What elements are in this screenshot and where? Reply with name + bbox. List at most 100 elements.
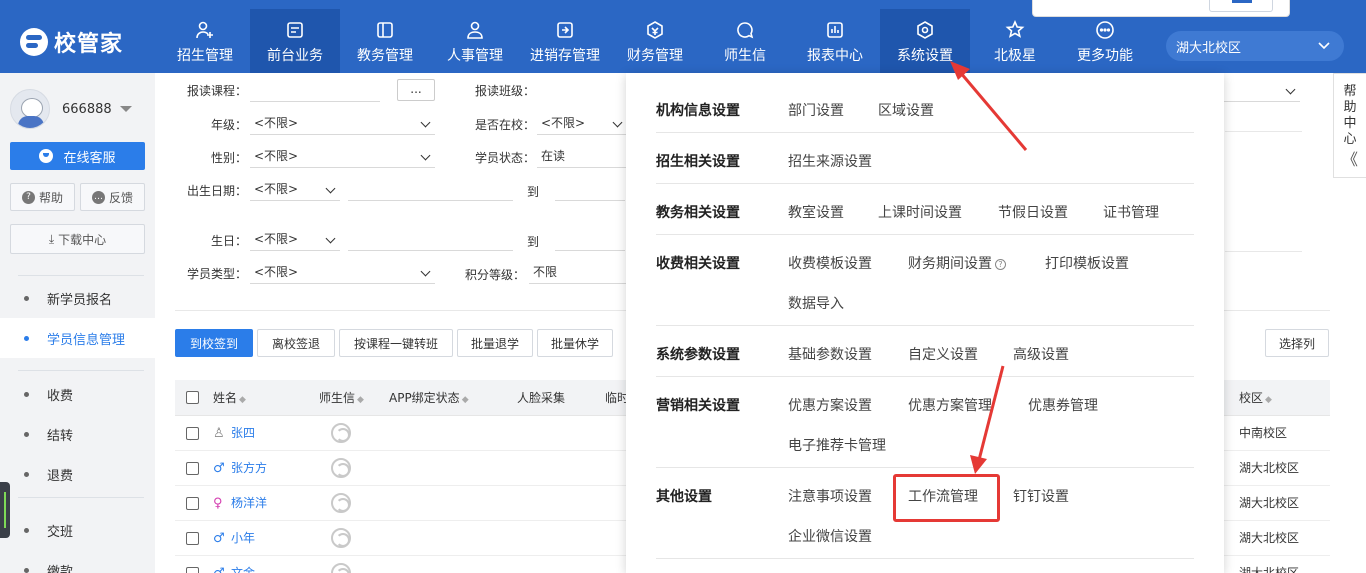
link-data-import[interactable]: 数据导入 [788,293,844,313]
section-title: 其他设置 [656,489,712,505]
link-classroom[interactable]: 教室设置 [788,202,844,222]
select-all-checkbox[interactable] [186,391,199,404]
course-input[interactable] [250,78,380,102]
row-checkbox[interactable] [186,567,199,573]
sidebar-item-new-enrollment[interactable]: 新学员报名 [0,278,155,318]
divider [18,370,144,371]
col-app-status[interactable]: APP绑定状态 ◆ [389,380,469,416]
link-advanced-settings[interactable]: 高级设置 [1013,344,1069,364]
nav-item-messages[interactable]: 师生信 [700,9,790,73]
link-custom-settings[interactable]: 自定义设置 [908,344,978,364]
status-select[interactable]: 在读 [537,144,627,168]
link-certificate[interactable]: 证书管理 [1103,202,1159,222]
collapse-icon[interactable]: 《 [1342,152,1358,168]
nav-item-academic[interactable]: 教务管理 [340,9,430,73]
link-coupon-manage[interactable]: 优惠券管理 [1028,395,1098,415]
brand-logo[interactable]: 校管家 [20,26,123,58]
sidebar-item-refund[interactable]: 退费 [0,454,155,494]
birthdate-select[interactable]: <不限> [250,177,340,201]
sidebar-item-label: 结转 [47,428,74,444]
to-label: 到 [527,235,540,249]
link-holiday[interactable]: 节假日设置 [998,202,1068,222]
link-fiscal-period[interactable]: 财务期间设置? [908,253,1006,273]
row-checkbox[interactable] [186,532,199,545]
gender-select[interactable]: <不限> [250,144,435,168]
link-basic-params[interactable]: 基础参数设置 [788,344,872,364]
chevron-down-icon [1318,42,1330,50]
course-picker-button[interactable]: ... [397,79,435,101]
nav-item-front-desk[interactable]: 前台业务 [250,9,340,73]
transfer-class-button[interactable]: 按课程一键转班 [339,329,453,357]
link-enroll-source[interactable]: 招生来源设置 [788,151,872,171]
nav-item-finance[interactable]: 财务管理 [610,9,700,73]
nav-item-polaris[interactable]: 北极星 [970,9,1060,73]
col-campus[interactable]: 校区 ◆ [1239,380,1272,416]
link-class-time[interactable]: 上课时间设置 [878,202,962,222]
student-name[interactable]: ♂ 小年 [213,521,255,556]
help-center-tab[interactable]: 帮 助 中 心 《 [1333,73,1366,178]
sidebar-drag-handle[interactable] [0,482,10,538]
popup-button[interactable] [1209,0,1273,12]
at-school-select[interactable]: <不限> [537,111,627,135]
nav-item-inventory[interactable]: 进销存管理 [520,9,610,73]
person-icon [464,19,486,41]
student-name[interactable]: ♀ 杨洋洋 [213,486,267,521]
menu-section-system-params: 系统参数设置 基础参数设置 自定义设置 高级设置 [656,326,1194,377]
link-print-template[interactable]: 打印模板设置 [1045,253,1129,273]
birthday-select[interactable]: <不限> [250,227,340,251]
row-checkbox[interactable] [186,462,199,475]
online-service-label: 在线客服 [63,150,116,166]
row-checkbox[interactable] [186,427,199,440]
sidebar-item-handover[interactable]: 交班 [0,510,155,550]
nav-item-hr[interactable]: 人事管理 [430,9,520,73]
sidebar-item-student-info[interactable]: 学员信息管理 [0,318,155,358]
campus-selector[interactable]: 湖大北校区 [1166,31,1344,61]
feedback-button[interactable]: … 反馈 [80,183,145,211]
batch-withdraw-button[interactable]: 批量退学 [457,329,533,357]
link-department[interactable]: 部门设置 [788,100,844,120]
link-region[interactable]: 区域设置 [878,100,934,120]
link-referral-card[interactable]: 电子推荐卡管理 [788,435,886,455]
birthday-to-input[interactable] [555,227,625,251]
download-center-button[interactable]: ⤓ 下载中心 [10,224,145,254]
help-button[interactable]: ? 帮助 [10,183,75,211]
male-icon: ♂ [213,531,225,546]
points-select[interactable]: 不限 [529,260,627,284]
birthdate-from-input[interactable] [348,177,513,201]
online-service-button[interactable]: 在线客服 [10,142,145,170]
link-notice-settings[interactable]: 注意事项设置 [788,486,872,506]
grade-select[interactable]: <不限> [250,111,435,135]
student-type-select[interactable]: <不限> [250,260,435,284]
link-promo-setup[interactable]: 优惠方案设置 [788,395,872,415]
nav-label: 招生管理 [177,48,233,64]
check-out-button[interactable]: 离校签退 [257,329,335,357]
user-profile[interactable]: 666888 [10,89,132,129]
nav-item-more[interactable]: 更多功能 [1060,9,1150,73]
link-dingtalk-settings[interactable]: 钉钉设置 [1013,486,1069,506]
link-charge-template[interactable]: 收费模板设置 [788,253,872,273]
grade-label: 年级： [210,118,247,132]
front-desk-icon [284,19,306,41]
col-name[interactable]: 姓名 ◆ [213,380,246,416]
birthday-from-input[interactable] [348,227,513,251]
check-in-button[interactable]: 到校签到 [175,329,253,357]
col-messages[interactable]: 师生信 ◆ [319,380,364,416]
help-char: 心 [1343,132,1357,147]
birthdate-to-input[interactable] [555,177,625,201]
batch-suspend-button[interactable]: 批量休学 [537,329,613,357]
nav-item-enrollment[interactable]: 招生管理 [160,9,250,73]
student-name[interactable]: ♂文金 [213,556,255,573]
nav-item-reports[interactable]: 报表中心 [790,9,880,73]
sidebar-item-payment[interactable]: 缴款 [0,550,155,573]
student-name[interactable]: ♂ 张方方 [213,451,267,486]
row-checkbox[interactable] [186,497,199,510]
bullet [24,295,29,301]
class-select[interactable] [1215,78,1300,102]
select-columns-button[interactable]: 选择列 [1265,329,1329,357]
sidebar-item-charge[interactable]: 收费 [0,374,155,414]
student-name[interactable]: ♙ 张四 [213,416,255,451]
nav-item-system-settings[interactable]: 系统设置 [880,9,970,73]
link-wecom-settings[interactable]: 企业微信设置 [788,526,872,546]
link-promo-manage[interactable]: 优惠方案管理 [908,395,992,415]
sidebar-item-carryover[interactable]: 结转 [0,414,155,454]
